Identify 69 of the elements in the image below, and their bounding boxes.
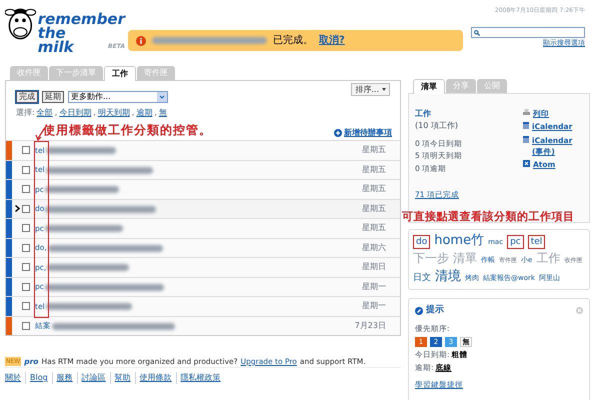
select-link[interactable]: 無 — [158, 107, 167, 119]
sort-button[interactable]: 排序... — [351, 83, 390, 96]
more-actions-dropdown[interactable]: 更多動作... — [68, 91, 168, 103]
tip-icon — [415, 306, 423, 315]
search-icon — [474, 30, 480, 36]
task-checkbox[interactable] — [22, 282, 30, 291]
select-link[interactable]: 逾期 — [136, 107, 152, 119]
task-checkbox[interactable] — [22, 204, 30, 213]
due-date: 星期五 — [362, 144, 387, 156]
panel-tab[interactable]: 清單 — [413, 79, 445, 94]
separator-text: , — [54, 107, 58, 119]
add-task-link[interactable]: 新增待辦事項 — [344, 126, 392, 138]
search-field[interactable] — [471, 27, 585, 38]
due-date: 星期六 — [362, 242, 387, 254]
complete-button[interactable]: 完成 — [16, 91, 38, 103]
task-checkbox[interactable] — [22, 146, 30, 154]
redacted-text — [46, 147, 116, 154]
tag-link[interactable]: 清境 — [435, 269, 461, 285]
select-link[interactable]: 全部 — [36, 107, 53, 119]
select-link[interactable]: 今日到期 — [59, 107, 92, 119]
tag-link[interactable]: pc — [507, 235, 524, 249]
due-date: 星期五 — [362, 164, 387, 176]
footer-link[interactable]: 隱私權政策 — [176, 372, 221, 384]
plus-icon — [334, 128, 342, 136]
info-icon — [136, 36, 146, 46]
task-count: (10 項工作) — [415, 120, 459, 132]
tips-title: 提示 — [426, 304, 444, 317]
footer-link[interactable]: 討論區 — [76, 372, 106, 384]
document-icon — [523, 122, 529, 130]
pointer-icon — [14, 205, 20, 212]
separator-text: , — [132, 107, 134, 119]
task-checkbox[interactable] — [22, 302, 30, 310]
annotation-text: 使用標籤做工作分類的控管。 — [43, 122, 212, 138]
tag-link[interactable]: 日文 — [413, 270, 431, 286]
task-checkbox[interactable] — [22, 263, 30, 272]
footer-link[interactable]: 服務 — [52, 372, 73, 384]
footer-link[interactable]: 使用條款 — [134, 372, 172, 384]
separator-text: , — [154, 107, 157, 119]
due-date: 星期五 — [362, 183, 387, 196]
document-icon — [523, 136, 529, 142]
list-tab[interactable]: 工作 — [104, 66, 136, 81]
annotation-text: 可直接點選查看該分類的工作項目 — [402, 209, 574, 225]
task-checkbox[interactable] — [22, 322, 30, 330]
notice-text: 已完成。 — [273, 34, 313, 48]
tag-link[interactable]: home竹 — [434, 233, 484, 249]
task-checkbox[interactable] — [22, 244, 30, 252]
task-checkbox[interactable] — [22, 185, 30, 194]
due-date: 星期日 — [362, 261, 387, 274]
tag-link[interactable]: tel — [528, 235, 546, 249]
due-date: 星期五 — [362, 222, 387, 234]
footer-link[interactable]: 關於 — [5, 372, 21, 384]
due-date: 星期一 — [362, 280, 387, 293]
select-label: 選擇: — [16, 107, 35, 119]
footer-link[interactable]: 幫助 — [110, 372, 131, 384]
task-checkbox[interactable] — [22, 166, 30, 174]
list-name-link[interactable]: 工作 — [415, 108, 523, 120]
task-checkbox[interactable] — [22, 224, 30, 232]
due-date: 星期一 — [362, 300, 387, 312]
undo-link[interactable]: 取消? — [319, 33, 345, 48]
logo-text: remember — [38, 12, 125, 26]
due-date: 星期五 — [362, 202, 387, 215]
due-date: 7月23日 — [354, 320, 387, 332]
footer-link[interactable]: Blog — [25, 372, 48, 384]
logo-text: the milk — [38, 26, 74, 54]
postpone-button[interactable]: 延期 — [42, 91, 64, 103]
tag-link[interactable]: do — [413, 235, 430, 249]
printer-icon — [523, 109, 530, 116]
separator-text: , — [93, 107, 96, 119]
select-link[interactable]: 明天到期 — [98, 107, 130, 119]
